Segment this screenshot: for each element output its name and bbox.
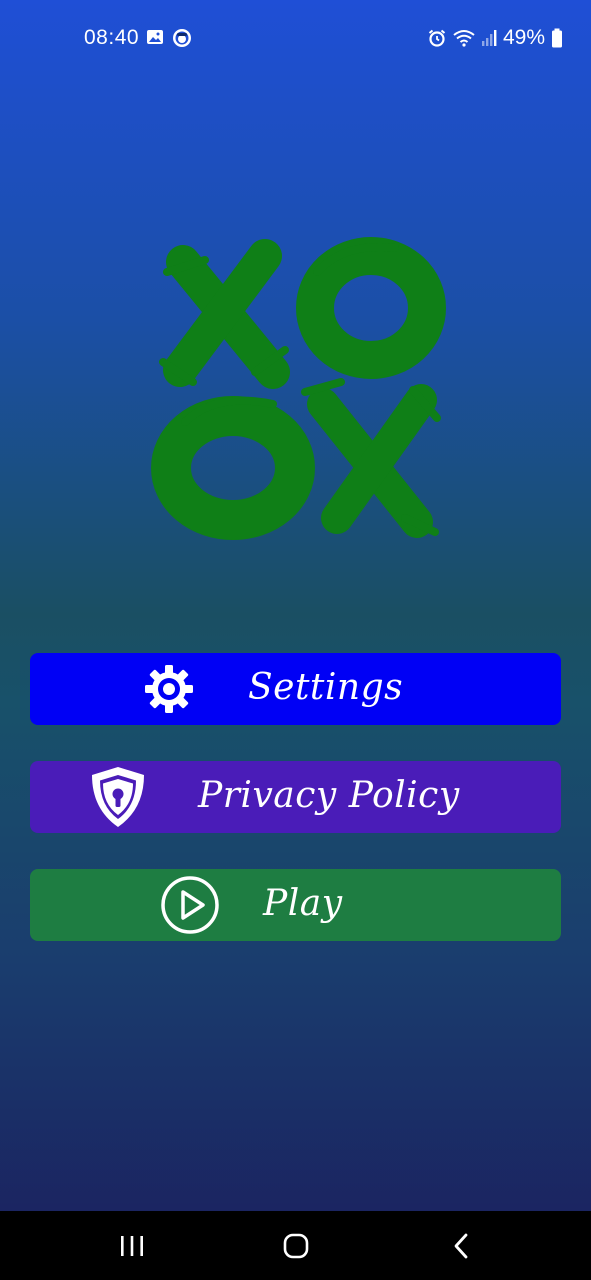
signal-icon bbox=[481, 30, 497, 46]
navigation-bar bbox=[0, 1211, 591, 1280]
main-screen: 08:40 49% Settings Privacy Policy Play bbox=[0, 0, 591, 1280]
back-button[interactable] bbox=[422, 1211, 502, 1280]
logo-o-bottom bbox=[151, 396, 315, 540]
home-icon bbox=[283, 1233, 309, 1258]
battery-percent: 49% bbox=[502, 26, 545, 49]
status-bar: 08:40 49% bbox=[0, 0, 591, 78]
home-button[interactable] bbox=[256, 1211, 336, 1280]
battery-icon bbox=[552, 28, 562, 48]
privacy-policy-label: Privacy Policy bbox=[198, 774, 460, 816]
play-icon bbox=[161, 876, 219, 934]
status-left-icons bbox=[146, 28, 192, 48]
gallery-icon bbox=[147, 30, 163, 44]
back-icon bbox=[454, 1233, 468, 1258]
privacy-policy-button[interactable]: Privacy Policy bbox=[30, 761, 561, 833]
logo-o-top bbox=[296, 237, 446, 379]
wifi-icon bbox=[453, 30, 475, 47]
logo-x-top bbox=[163, 239, 290, 389]
play-button[interactable]: Play bbox=[30, 869, 561, 941]
alarm-icon bbox=[428, 29, 446, 47]
play-label: Play bbox=[263, 882, 343, 924]
recent-apps-icon bbox=[121, 1235, 143, 1256]
xo-logo bbox=[151, 237, 446, 540]
logo-x-bottom bbox=[307, 384, 437, 538]
shield-lock-icon bbox=[92, 767, 144, 827]
status-time: 08:40 bbox=[84, 26, 140, 49]
avatar-icon bbox=[173, 29, 191, 47]
settings-button[interactable]: Settings bbox=[30, 653, 561, 725]
settings-label: Settings bbox=[248, 666, 404, 708]
status-right: 49% bbox=[427, 26, 563, 50]
gear-icon bbox=[145, 665, 193, 713]
recent-apps-button[interactable] bbox=[92, 1211, 172, 1280]
